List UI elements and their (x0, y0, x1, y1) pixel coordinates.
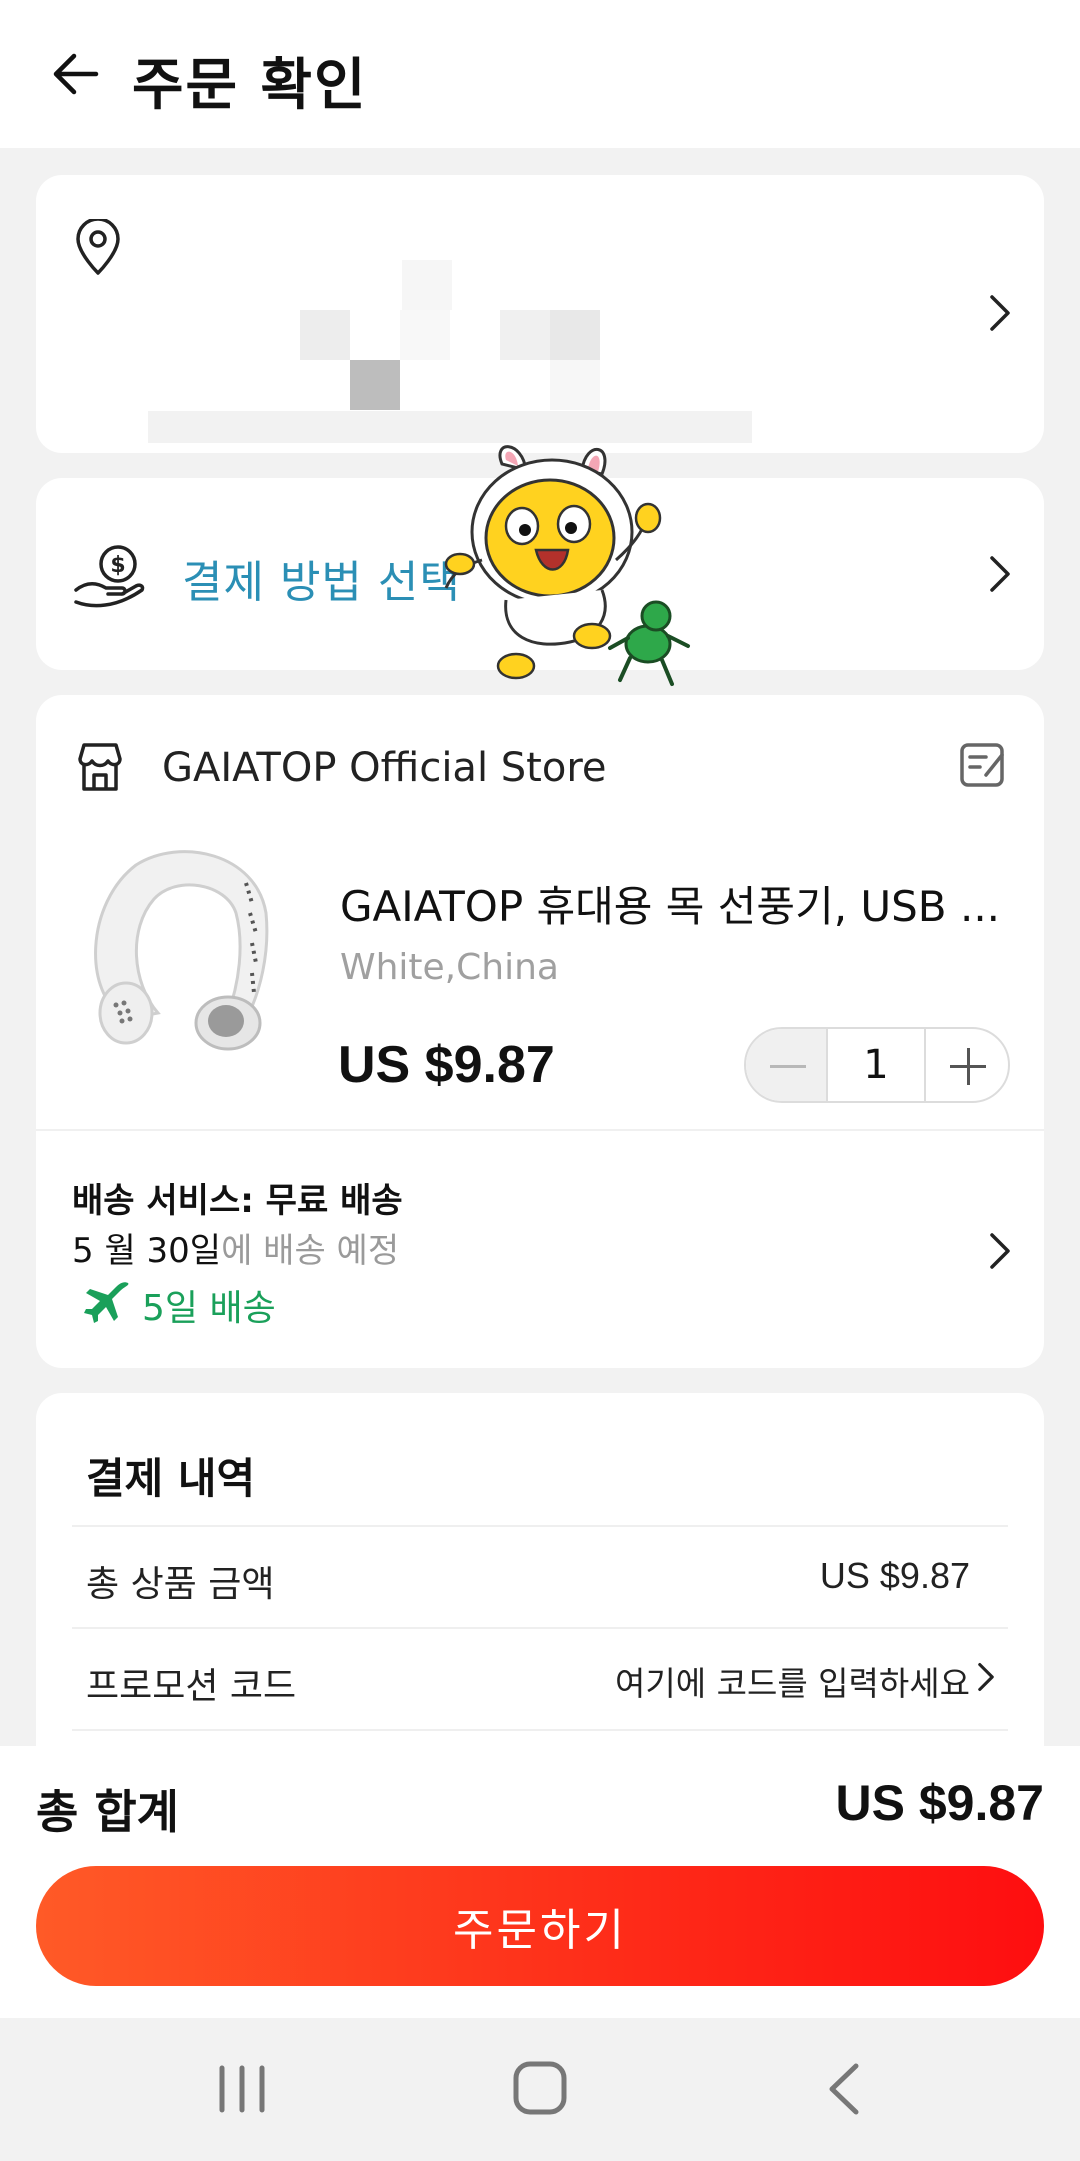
divider (72, 1525, 1008, 1527)
quantity-value: 1 (828, 1029, 926, 1101)
airplane-icon (84, 1282, 129, 1323)
nav-back-icon[interactable] (820, 2062, 870, 2116)
svg-text:$: $ (110, 553, 125, 578)
plus-icon[interactable] (926, 1029, 1008, 1101)
money-hand-icon: $ (74, 545, 145, 608)
delivery-date-suffix: 에 배송 예정 (221, 1231, 400, 1271)
total-label: 총 합계 (36, 1785, 179, 1839)
total-value: US $9.87 (835, 1775, 1044, 1831)
chevron-right-icon (990, 295, 1010, 331)
minus-icon[interactable] (746, 1029, 828, 1101)
divider (36, 1129, 1044, 1131)
shipping-days: 5일 배송 (142, 1288, 276, 1329)
product-variant: White,China (340, 947, 559, 988)
shipping-service-label: 배송 서비스: 무료 배송 (72, 1181, 403, 1221)
promo-code-placeholder: 여기에 코드를 입력하세요 (615, 1664, 970, 1703)
store-order-card: GAIATOP Official Store GAIATOP 휴대용 목 선풍기… (36, 695, 1044, 1368)
product-title[interactable]: GAIATOP 휴대용 목 선풍기, USB ... (340, 873, 1010, 934)
store-icon (78, 743, 122, 791)
summary-title: 결제 내역 (86, 1454, 256, 1503)
quantity-stepper: 1 (744, 1027, 1010, 1103)
address-card[interactable] (36, 175, 1044, 453)
back-arrow-icon[interactable] (48, 44, 108, 104)
nav-home-icon[interactable] (512, 2060, 568, 2116)
checkout-footer: 총 합계 US $9.87 주문하기 (0, 1746, 1080, 2018)
location-pin-icon (76, 219, 120, 275)
product-image[interactable] (76, 843, 296, 1053)
subtotal-value: US $9.87 (819, 1555, 970, 1596)
store-name[interactable]: GAIATOP Official Store (162, 745, 607, 791)
payment-method-label: 결제 방법 선택 (182, 557, 461, 608)
payment-summary-card: 결제 내역 총 상품 금액 US $9.87 프로모션 코드 여기에 코드를 입… (36, 1393, 1044, 1773)
nav-recents-icon[interactable] (214, 2064, 270, 2114)
bunny-sticker-image (444, 445, 690, 686)
subtotal-label: 총 상품 금액 (86, 1564, 275, 1605)
chevron-right-icon (978, 1663, 994, 1692)
chevron-right-icon (990, 1233, 1010, 1269)
chevron-right-icon (990, 556, 1010, 592)
divider (72, 1729, 1008, 1731)
divider (72, 1627, 1008, 1629)
page-title: 주문 확인 (132, 53, 368, 118)
edit-note-icon[interactable] (956, 737, 1010, 791)
delivery-date: 5 월 30일에 배송 예정 (72, 1223, 399, 1272)
promo-code-label: 프로모션 코드 (86, 1666, 297, 1707)
system-nav-bar (0, 2018, 1080, 2161)
product-price: US $9.87 (338, 1036, 555, 1094)
delivery-date-value: 5 월 30일 (72, 1231, 222, 1271)
place-order-button[interactable]: 주문하기 (36, 1866, 1044, 1986)
header: 주문 확인 (0, 0, 1080, 148)
